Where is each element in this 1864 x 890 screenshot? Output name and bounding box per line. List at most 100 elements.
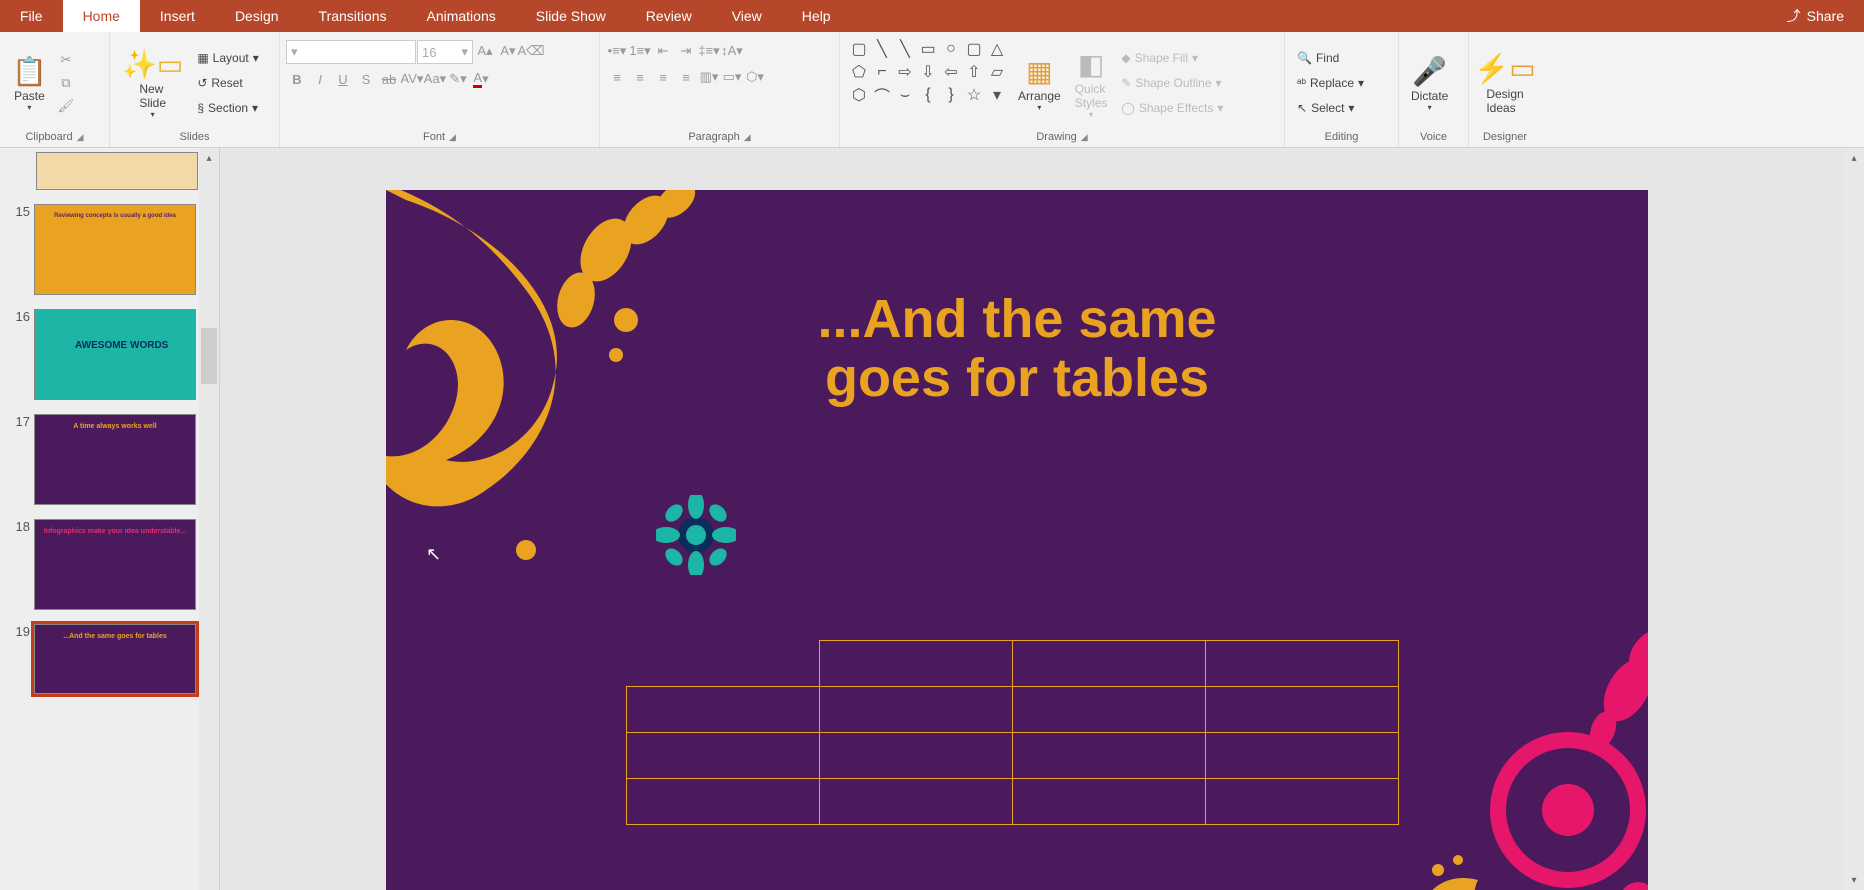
dictate-button[interactable]: 🎤 Dictate ▾ <box>1405 36 1454 129</box>
select-button[interactable]: ↖ Select ▾ <box>1291 96 1370 120</box>
reset-button[interactable]: ↺ Reset <box>191 71 264 95</box>
shape-hex-icon[interactable]: ⬡ <box>848 84 870 106</box>
shape-star-icon[interactable]: ☆ <box>963 84 985 106</box>
section-button[interactable]: § Section ▾ <box>191 96 264 120</box>
thumbnail-18[interactable]: Infographics make your idea understable.… <box>34 519 196 610</box>
copy-button[interactable]: ⧉ <box>55 72 77 94</box>
find-button[interactable]: 🔍 Find <box>1291 46 1370 70</box>
share-button[interactable]: ⤴ Share <box>1787 6 1864 26</box>
underline-button[interactable]: U <box>332 68 354 90</box>
slide-canvas-area[interactable]: ...And the same goes for tables <box>220 148 1864 890</box>
highlight-button[interactable]: ✎▾ <box>447 68 469 90</box>
arrange-button[interactable]: ▦ Arrange ▾ <box>1012 36 1067 129</box>
thumbnail-15[interactable]: Reviewing concepts is usually a good ide… <box>34 204 196 295</box>
tab-design[interactable]: Design <box>215 0 299 32</box>
line-spacing-button[interactable]: ‡≡▾ <box>698 40 720 62</box>
strike-button[interactable]: ab <box>378 68 400 90</box>
scroll-down-button[interactable]: ▾ <box>1844 870 1864 890</box>
thumbnail-scrollbar[interactable]: ▴ <box>199 148 219 890</box>
thumbnail-16[interactable]: AWESOME WORDS <box>34 309 196 400</box>
bold-button[interactable]: B <box>286 68 308 90</box>
font-family-combo[interactable]: ▾ <box>286 40 416 64</box>
align-text-button[interactable]: ▭▾ <box>721 66 743 88</box>
shape-brace2-icon[interactable]: } <box>940 84 962 106</box>
shape-line-icon[interactable]: ╲ <box>871 38 893 60</box>
layout-button[interactable]: ▦ Layout ▾ <box>191 46 264 70</box>
shape-line2-icon[interactable]: ╲ <box>894 38 916 60</box>
tab-view[interactable]: View <box>712 0 782 32</box>
paste-button[interactable]: 📋 Paste ▾ <box>6 36 53 129</box>
scroll-up-button[interactable]: ▴ <box>1844 148 1864 168</box>
chevron-down-icon: ▾ <box>151 110 155 119</box>
shape-effects-button[interactable]: ◯ Shape Effects ▾ <box>1115 96 1229 120</box>
shape-arrow1-icon[interactable]: ⇨ <box>894 61 916 83</box>
text-direction-button[interactable]: ↕A▾ <box>721 40 743 62</box>
thumbnail-17[interactable]: A time always works well <box>34 414 196 505</box>
tab-insert[interactable]: Insert <box>140 0 215 32</box>
change-case-button[interactable]: Aa▾ <box>424 68 446 90</box>
shape-rrect-icon[interactable]: ▢ <box>963 38 985 60</box>
drawing-launcher[interactable]: ◢ <box>1081 132 1088 143</box>
tab-transitions[interactable]: Transitions <box>299 0 407 32</box>
columns-button[interactable]: ▥▾ <box>698 66 720 88</box>
increase-font-button[interactable]: A▴ <box>474 40 496 62</box>
format-painter-button[interactable]: 🖌 <box>55 95 77 117</box>
new-slide-button[interactable]: ✨▭ New Slide ▾ <box>116 36 189 129</box>
thumbnail-partial[interactable] <box>36 152 198 190</box>
slide-thumbnail-panel[interactable]: 15 Reviewing concepts is usually a good … <box>0 148 220 890</box>
shadow-button[interactable]: S <box>355 68 377 90</box>
design-ideas-button[interactable]: ⚡▭ Design Ideas <box>1475 36 1535 129</box>
align-center-button[interactable]: ≡ <box>629 66 651 88</box>
clear-format-button[interactable]: A⌫ <box>520 40 542 62</box>
align-left-button[interactable]: ≡ <box>606 66 628 88</box>
shape-outline-button[interactable]: ✎ Shape Outline ▾ <box>1115 71 1229 95</box>
shapes-gallery[interactable]: ▢ ╲ ╲ ▭ ○ ▢ △ ⬠ ⌐ ⇨ ⇩ ⇦ ⇧ ▱ ⬡ ⌒ ⌣ { } ☆ <box>846 36 1010 129</box>
shape-arc-icon[interactable]: ⌣ <box>894 84 916 106</box>
clipboard-launcher[interactable]: ◢ <box>77 132 84 143</box>
char-spacing-button[interactable]: AV▾ <box>401 68 423 90</box>
increase-indent-button[interactable]: ⇥ <box>675 40 697 62</box>
scroll-up-button[interactable]: ▴ <box>199 148 219 168</box>
shape-arrow3-icon[interactable]: ⇦ <box>940 61 962 83</box>
tab-review[interactable]: Review <box>626 0 712 32</box>
shape-arrow2-icon[interactable]: ⇩ <box>917 61 939 83</box>
canvas-scrollbar[interactable]: ▴ ▾ <box>1844 148 1864 890</box>
bullets-button[interactable]: •≡▾ <box>606 40 628 62</box>
cut-button[interactable]: ✂ <box>55 49 77 71</box>
shape-curve-icon[interactable]: ⌒ <box>871 84 893 106</box>
scroll-thumb[interactable] <box>201 328 217 384</box>
decrease-indent-button[interactable]: ⇤ <box>652 40 674 62</box>
thumbnail-19[interactable]: ...And the same goes for tables <box>34 624 196 694</box>
tab-slideshow[interactable]: Slide Show <box>516 0 626 32</box>
align-right-button[interactable]: ≡ <box>652 66 674 88</box>
font-launcher[interactable]: ◢ <box>449 132 456 143</box>
italic-button[interactable]: I <box>309 68 331 90</box>
shape-elbow-icon[interactable]: ⌐ <box>871 61 893 83</box>
shape-oval-icon[interactable]: ○ <box>940 38 962 60</box>
shape-arrow4-icon[interactable]: ⇧ <box>963 61 985 83</box>
shape-triangle-icon[interactable]: △ <box>986 38 1008 60</box>
slide-title[interactable]: ...And the same goes for tables <box>386 290 1648 409</box>
shape-more-icon[interactable]: ▾ <box>986 84 1008 106</box>
tab-file[interactable]: File <box>0 0 63 32</box>
shape-textbox-icon[interactable]: ▢ <box>848 38 870 60</box>
slide[interactable]: ...And the same goes for tables <box>386 190 1648 890</box>
shape-fill-button[interactable]: ◆ Shape Fill ▾ <box>1115 46 1229 70</box>
tab-home[interactable]: Home <box>63 0 140 32</box>
replace-button[interactable]: ᵃᵇ Replace ▾ <box>1291 71 1370 95</box>
slide-table[interactable] <box>626 640 1399 825</box>
font-size-combo[interactable]: 16▾ <box>417 40 473 64</box>
shape-brace1-icon[interactable]: { <box>917 84 939 106</box>
numbering-button[interactable]: 1≡▾ <box>629 40 651 62</box>
quick-styles-button[interactable]: ◧ Quick Styles ▾ <box>1069 36 1114 129</box>
paragraph-launcher[interactable]: ◢ <box>744 132 751 143</box>
shape-rect-icon[interactable]: ▭ <box>917 38 939 60</box>
justify-button[interactable]: ≡ <box>675 66 697 88</box>
font-color-button[interactable]: A▾ <box>470 68 492 90</box>
smartart-button[interactable]: ⬡▾ <box>744 66 766 88</box>
shape-pentagon-icon[interactable]: ⬠ <box>848 61 870 83</box>
decrease-font-button[interactable]: A▾ <box>497 40 519 62</box>
tab-animations[interactable]: Animations <box>406 0 515 32</box>
shape-misc-icon[interactable]: ▱ <box>986 61 1008 83</box>
tab-help[interactable]: Help <box>782 0 851 32</box>
